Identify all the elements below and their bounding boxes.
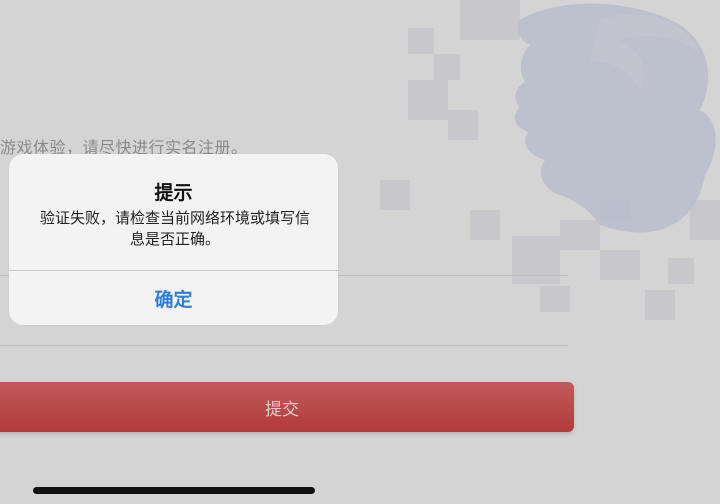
alert-message: 验证失败，请检查当前网络环境或填写信息是否正确。 xyxy=(39,209,310,248)
alert-dialog: 提示 验证失败，请检查当前网络环境或填写信息是否正确。 确定 xyxy=(9,154,338,325)
home-indicator[interactable] xyxy=(33,487,315,494)
screen: 游戏体验，请尽快进行实名注册。 提交 提示 验证失败，请检查当前网络环境或填写信… xyxy=(0,0,720,504)
confirm-button[interactable]: 确定 xyxy=(9,271,338,325)
submit-button[interactable]: 提交 xyxy=(0,382,574,432)
alert-title: 提示 xyxy=(154,182,193,204)
input-underline xyxy=(0,345,568,346)
